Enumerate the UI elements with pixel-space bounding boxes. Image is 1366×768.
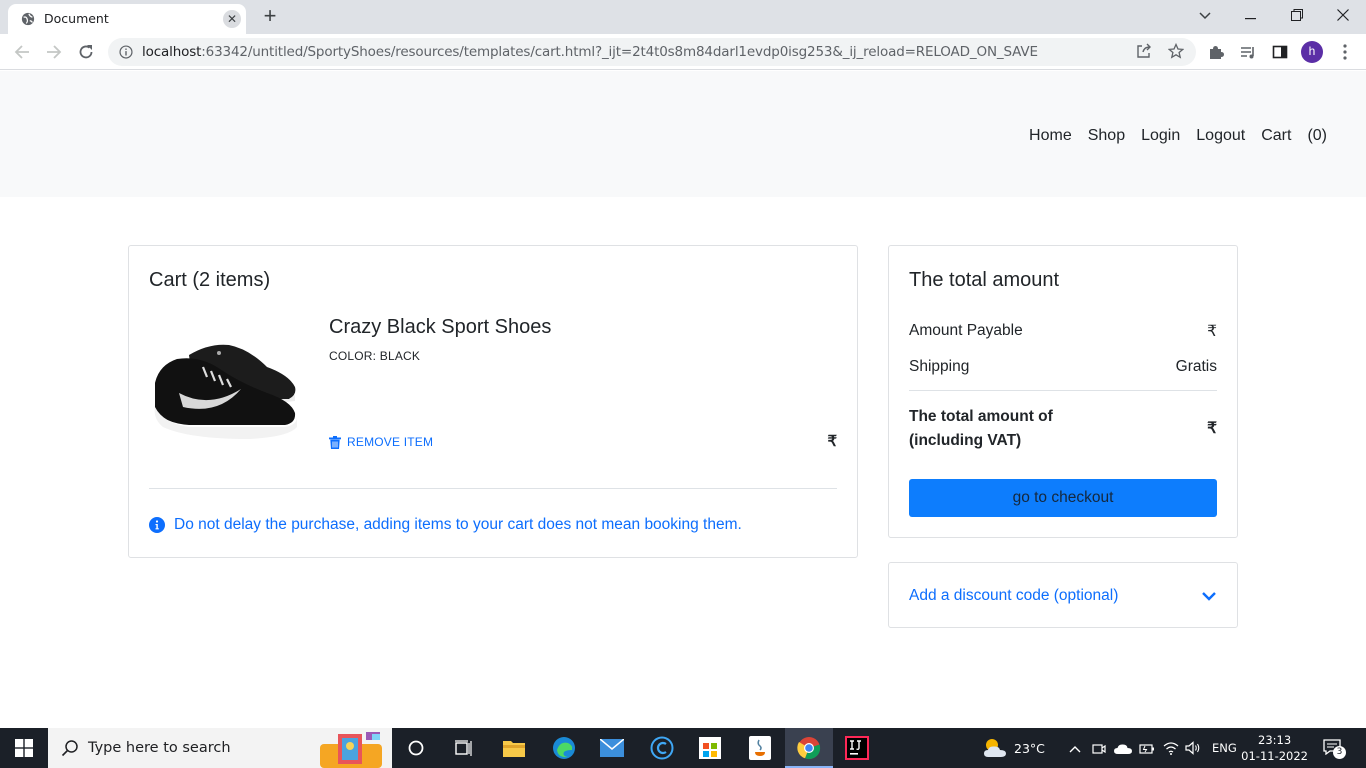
volume-speaker-icon[interactable] (1185, 741, 1201, 755)
close-tab-icon[interactable]: ✕ (223, 10, 241, 28)
site-header: Home Shop Login Logout Cart (0) (0, 71, 1366, 197)
weather-cloud-sun-icon[interactable] (982, 737, 1008, 759)
shipping-label: Shipping (909, 358, 970, 375)
total-row: The total amount of (including VAT) ₹ (909, 405, 1217, 453)
shipping-row: Shipping Gratis (909, 358, 1217, 376)
restore-icon[interactable] (1274, 0, 1320, 32)
amount-payable-row: Amount Payable ₹ (909, 322, 1217, 341)
profile-avatar[interactable]: h (1301, 41, 1323, 63)
browser-toolbar: localhost:63342/untitled/SportyShoes/res… (0, 34, 1366, 70)
checkout-button[interactable]: go to checkout (909, 479, 1217, 517)
cart-card: Cart (2 items) Crazy Black Sport Shoes C… (128, 245, 858, 558)
windows-start-icon[interactable] (0, 728, 48, 768)
share-icon[interactable] (1135, 43, 1153, 61)
onedrive-cloud-icon[interactable] (1114, 743, 1132, 755)
address-bar[interactable]: localhost:63342/untitled/SportyShoes/res… (108, 38, 1196, 66)
copy-app-icon[interactable] (638, 728, 686, 768)
battery-plug-icon[interactable] (1139, 743, 1155, 755)
trash-icon (329, 435, 341, 449)
notification-center-icon[interactable]: 3 (1323, 739, 1346, 759)
remove-item-button[interactable]: REMOVE ITEM (329, 435, 433, 449)
chrome-menu-icon[interactable] (1335, 42, 1355, 62)
globe-icon (21, 12, 35, 26)
nav-login-link[interactable]: Login (1133, 126, 1188, 146)
reload-icon[interactable] (74, 41, 98, 63)
site-info-icon[interactable] (119, 45, 133, 59)
summary-title: The total amount (909, 269, 1060, 291)
total-label: The total amount of (including VAT) (909, 408, 1053, 449)
clock-date: 01-11-2022 (1241, 749, 1308, 763)
product-image[interactable] (149, 315, 299, 460)
info-circle-icon (149, 517, 165, 533)
url-text: localhost:63342/untitled/SportyShoes/res… (142, 44, 1038, 60)
nav-cart-link[interactable]: Cart (1253, 126, 1299, 146)
windows-taskbar: Type here to search 23°C ENG 23:13 01-11… (0, 728, 1366, 768)
show-hidden-icons-chevron-icon[interactable] (1069, 745, 1081, 753)
info-message-text: Do not delay the purchase, adding items … (174, 516, 742, 533)
edge-browser-icon[interactable] (540, 728, 588, 768)
taskbar-clock[interactable]: 23:13 01-11-2022 (1241, 732, 1308, 764)
nav-logout-link[interactable]: Logout (1188, 126, 1253, 146)
search-placeholder: Type here to search (88, 740, 231, 756)
divider (909, 390, 1217, 391)
total-value: ₹ (1207, 420, 1217, 437)
back-arrow-icon[interactable] (10, 41, 34, 63)
cart-title: Cart (2 items) (149, 269, 271, 291)
search-highlight-illustration-icon (320, 732, 382, 768)
order-summary-card: The total amount Amount Payable ₹ Shippi… (888, 245, 1238, 538)
remove-item-label: REMOVE ITEM (347, 435, 434, 449)
media-control-icon[interactable] (1238, 42, 1258, 62)
browser-tab[interactable]: Document ✕ (8, 4, 246, 34)
clock-time: 23:13 (1258, 733, 1292, 747)
cart-count-badge[interactable]: (0) (1299, 126, 1327, 146)
product-name[interactable]: Crazy Black Sport Shoes (329, 316, 551, 339)
amount-payable-value: ₹ (1207, 323, 1217, 340)
task-view-icon[interactable] (440, 728, 488, 768)
mail-icon[interactable] (588, 728, 636, 768)
close-window-icon[interactable] (1320, 0, 1366, 32)
chrome-icon[interactable] (785, 728, 833, 768)
side-panel-icon[interactable] (1270, 42, 1290, 62)
nav-shop-link[interactable]: Shop (1080, 126, 1133, 146)
amount-payable-label: Amount Payable (909, 322, 1023, 339)
main-nav: Home Shop Login Logout Cart (0) (1021, 126, 1327, 146)
url-path: :63342/untitled/SportyShoes/resources/te… (201, 44, 1038, 60)
url-host: localhost (142, 44, 202, 60)
chevron-down-icon[interactable] (1201, 588, 1217, 604)
java-icon[interactable] (736, 728, 784, 768)
extensions-puzzle-icon[interactable] (1206, 42, 1226, 62)
browser-tab-strip: Document ✕ + (0, 0, 1366, 34)
file-explorer-icon[interactable] (490, 728, 538, 768)
discount-code-toggle[interactable]: Add a discount code (optional) (909, 587, 1118, 605)
wifi-icon[interactable] (1163, 741, 1179, 755)
notification-count-badge: 3 (1333, 746, 1346, 759)
info-message: Do not delay the purchase, adding items … (149, 516, 742, 534)
divider (149, 488, 837, 489)
bookmark-star-icon[interactable] (1167, 42, 1185, 61)
weather-temperature[interactable]: 23°C (1014, 741, 1045, 756)
discount-code-card[interactable]: Add a discount code (optional) (888, 562, 1238, 628)
microsoft-store-icon[interactable] (686, 728, 734, 768)
item-price: ₹ (827, 433, 837, 450)
minimize-icon[interactable] (1228, 0, 1274, 32)
nav-home-link[interactable]: Home (1021, 126, 1080, 146)
input-language[interactable]: ENG (1212, 741, 1237, 755)
search-icon (61, 740, 78, 757)
tab-search-chevron-icon[interactable] (1182, 0, 1228, 32)
cortana-icon[interactable] (392, 728, 440, 768)
intellij-idea-icon[interactable] (833, 728, 881, 768)
tab-title: Document (44, 11, 109, 26)
meet-now-icon[interactable] (1092, 742, 1106, 756)
new-tab-button[interactable]: + (258, 5, 282, 29)
product-color: COLOR: BLACK (329, 349, 421, 363)
shipping-value: Gratis (1175, 358, 1217, 375)
forward-arrow-icon[interactable] (42, 41, 66, 63)
